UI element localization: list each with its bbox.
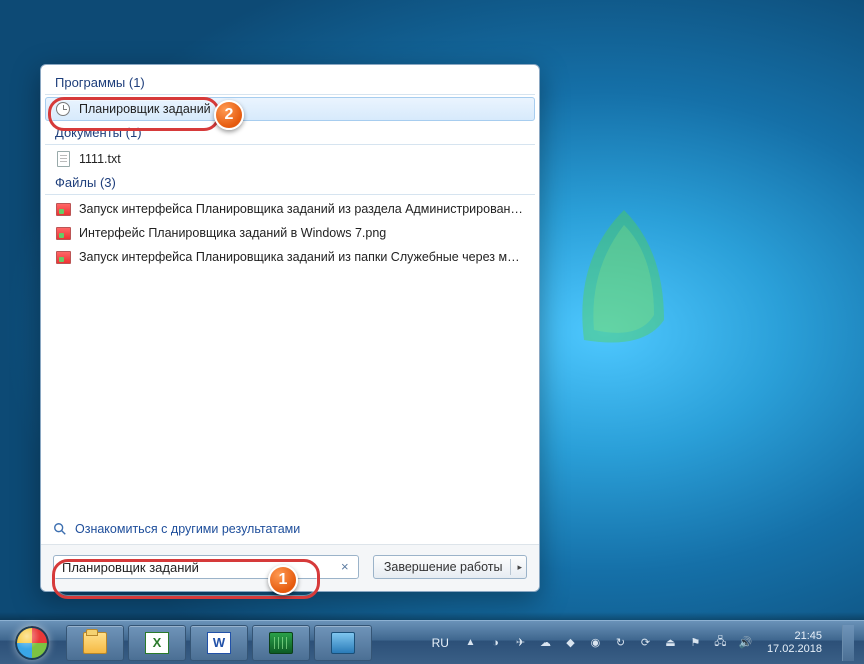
taskbar-app[interactable] [314, 625, 372, 661]
divider [510, 559, 511, 575]
result-label: 1111.txt [79, 152, 121, 166]
system-tray: RU ▲ ◑ ✈ ☁ ◆ ◉ ↻ ⟳ ⏏ ⚑ 🖧 🔊 21:45 17.02.2… [428, 625, 864, 661]
taskbar-word[interactable]: W [190, 625, 248, 661]
category-label: Документы [55, 125, 122, 140]
image-file-icon [55, 249, 71, 265]
tray-nvidia-icon[interactable]: ◉ [588, 635, 603, 650]
taskbar: X W RU ▲ ◑ ✈ ☁ ◆ ◉ ↻ ⟳ ⏏ ⚑ 🖧 🔊 21:45 17.… [0, 620, 864, 664]
category-header-documents: Документы (1) [45, 121, 535, 145]
taskmgr-icon [269, 632, 293, 654]
clock-time: 21:45 [767, 630, 822, 643]
taskbar-clock[interactable]: 21:45 17.02.2018 [763, 630, 826, 655]
clock-date: 17.02.2018 [767, 643, 822, 656]
tray-cloud-icon[interactable]: ☁ [538, 635, 553, 650]
tray-volume-icon[interactable]: 🔊 [738, 635, 753, 650]
text-file-icon [55, 151, 71, 167]
taskbar-taskmgr[interactable] [252, 625, 310, 661]
result-label: Запуск интерфейса Планировщика заданий и… [79, 250, 525, 264]
image-file-icon [55, 225, 71, 241]
show-desktop-button[interactable] [842, 625, 854, 661]
clear-search-button[interactable]: × [337, 559, 353, 575]
windows-leaf-decor [564, 200, 684, 360]
taskbar-buttons: X W [66, 625, 372, 661]
taskbar-shadow [0, 612, 864, 620]
tray-telegram-icon[interactable]: ✈ [513, 635, 528, 650]
category-label: Программы [55, 75, 125, 90]
tray-network-icon[interactable]: 🖧 [713, 635, 728, 650]
category-count: (1) [126, 125, 142, 140]
see-more-label: Ознакомиться с другими результатами [75, 522, 300, 536]
excel-icon: X [145, 632, 169, 654]
category-header-programs: Программы (1) [45, 71, 535, 95]
word-icon: W [207, 632, 231, 654]
tray-icons: ◑ ✈ ☁ ◆ ◉ ↻ ⟳ ⏏ ⚑ 🖧 🔊 [488, 635, 753, 650]
result-task-scheduler[interactable]: Планировщик заданий [45, 97, 535, 121]
search-input[interactable] [53, 555, 359, 579]
shutdown-button[interactable]: Завершение работы ▸ [373, 555, 527, 579]
result-document[interactable]: 1111.txt [45, 147, 535, 171]
result-label: Планировщик заданий [79, 102, 211, 116]
magnifier-icon [53, 522, 67, 536]
search-input-wrap: × [53, 555, 359, 579]
tray-sync-icon[interactable]: ⟳ [638, 635, 653, 650]
chevron-right-icon[interactable]: ▸ [517, 562, 522, 573]
result-label: Запуск интерфейса Планировщика заданий и… [79, 202, 525, 216]
result-file[interactable]: Запуск интерфейса Планировщика заданий и… [45, 245, 535, 269]
category-label: Файлы [55, 175, 96, 190]
start-menu-search-panel: Программы (1) Планировщик заданий Докуме… [40, 64, 540, 592]
result-file[interactable]: Интерфейс Планировщика заданий в Windows… [45, 221, 535, 245]
result-label: Интерфейс Планировщика заданий в Windows… [79, 226, 386, 240]
clock-icon [55, 101, 71, 117]
tray-shield-icon[interactable]: ◆ [563, 635, 578, 650]
show-hidden-icons[interactable]: ▲ [463, 635, 478, 650]
shutdown-label: Завершение работы [384, 560, 503, 574]
result-file[interactable]: Запуск интерфейса Планировщика заданий и… [45, 197, 535, 221]
app-icon [331, 632, 355, 654]
category-count: (1) [129, 75, 145, 90]
tray-app-icon[interactable]: ◑ [488, 635, 503, 650]
tray-safely-remove-icon[interactable]: ⏏ [663, 635, 678, 650]
search-results-area: Программы (1) Планировщик заданий Докуме… [41, 65, 539, 514]
windows-logo-icon [15, 626, 49, 660]
start-button[interactable] [8, 625, 56, 661]
search-bar: × Завершение работы ▸ [41, 544, 539, 591]
category-header-files: Файлы (3) [45, 171, 535, 195]
taskbar-explorer[interactable] [66, 625, 124, 661]
image-file-icon [55, 201, 71, 217]
see-more-results-link[interactable]: Ознакомиться с другими результатами [41, 514, 539, 544]
category-count: (3) [100, 175, 116, 190]
tray-flag-icon[interactable]: ⚑ [688, 635, 703, 650]
tray-update-icon[interactable]: ↻ [613, 635, 628, 650]
folder-icon [83, 632, 107, 654]
taskbar-excel[interactable]: X [128, 625, 186, 661]
language-indicator[interactable]: RU [428, 634, 453, 652]
